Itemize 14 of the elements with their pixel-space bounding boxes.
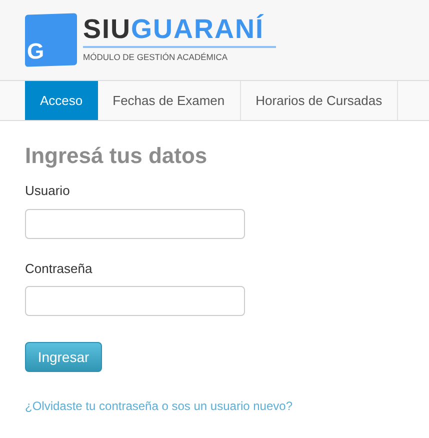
- field-label: Contraseña: [25, 260, 94, 278]
- nav-tab[interactable]: Fechas de Examen: [98, 81, 241, 120]
- login-button[interactable]: Ingresar: [25, 342, 102, 372]
- nav-tab[interactable]: Horarios de Cursadas: [240, 81, 398, 120]
- logo-prefix: SIU: [83, 16, 132, 44]
- logo-name: GUARANÍ: [131, 16, 264, 44]
- nav-tab[interactable]: Acceso: [25, 81, 98, 120]
- input-field[interactable]: [25, 286, 245, 316]
- logo-subtitle: MÓDULO DE GESTIÓN ACADÉMICA: [83, 51, 229, 64]
- forgot-password-link[interactable]: ¿Olvidaste tu contraseña o sos un usuario nuevo?: [25, 399, 292, 413]
- form-heading: Ingresá tus datos: [25, 145, 208, 167]
- field-label: Usuario: [25, 182, 71, 200]
- logo-letter: G: [27, 40, 44, 63]
- input-field[interactable]: [25, 208, 245, 238]
